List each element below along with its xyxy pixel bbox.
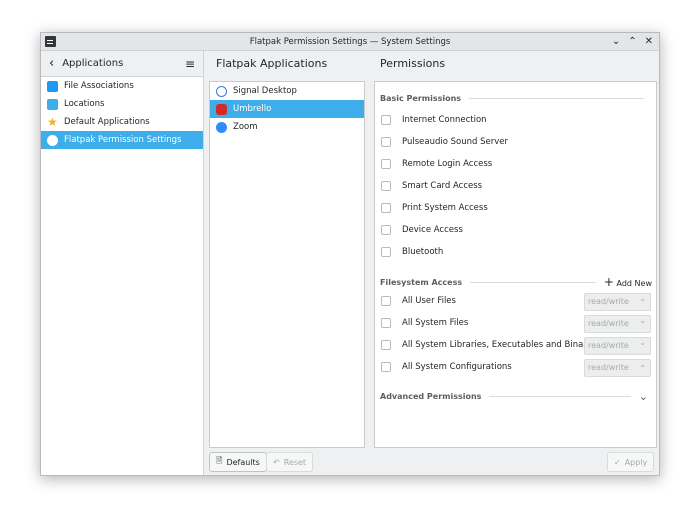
- access-mode-dropdown[interactable]: read/write: [584, 335, 651, 355]
- defaults-label: Defaults: [226, 457, 260, 467]
- section-title: Basic Permissions: [380, 94, 462, 103]
- checkbox[interactable]: [381, 318, 391, 328]
- app-label: Signal Desktop: [233, 86, 297, 96]
- check-icon: ✓: [614, 457, 621, 467]
- checkbox[interactable]: [381, 181, 391, 191]
- advanced-permissions-section[interactable]: Advanced Permissions ⌄: [380, 390, 652, 403]
- reset-label: Reset: [283, 457, 307, 467]
- signal-icon: [216, 85, 227, 97]
- back-icon[interactable]: ‹: [49, 56, 54, 71]
- sidebar-title: Applications: [62, 58, 124, 69]
- permission-label: All System Configurations: [402, 362, 512, 372]
- app-label: Zoom: [233, 122, 258, 132]
- checkbox[interactable]: [381, 247, 391, 257]
- close-button[interactable]: ✕: [645, 33, 653, 51]
- reset-icon: ↶: [273, 457, 280, 467]
- fs-system-files[interactable]: All System Files: [381, 318, 468, 328]
- fs-system-libraries[interactable]: All System Libraries, Executables and Bi…: [381, 340, 599, 350]
- sidebar-item-flatpak-permissions[interactable]: Flatpak Permission Settings: [41, 131, 203, 149]
- app-label: Umbrello: [233, 104, 272, 114]
- permission-label: All User Files: [402, 296, 456, 306]
- permission-label: Pulseaudio Sound Server: [402, 137, 508, 147]
- permission-bluetooth[interactable]: Bluetooth: [381, 247, 443, 257]
- app-list: Signal Desktop Umbrello Zoom: [209, 81, 365, 448]
- fs-user-files[interactable]: All User Files: [381, 296, 456, 306]
- chevron-down-icon[interactable]: ⌄: [639, 390, 648, 403]
- permission-label: Bluetooth: [402, 247, 444, 257]
- titlebar: Flatpak Permission Settings — System Set…: [41, 33, 659, 51]
- checkbox[interactable]: [381, 137, 391, 147]
- star-icon: ★: [47, 114, 58, 129]
- permission-label: Smart Card Access: [402, 181, 483, 191]
- permission-label: Internet Connection: [402, 115, 487, 125]
- access-mode-dropdown[interactable]: read/write: [584, 313, 651, 333]
- permission-label: Device Access: [402, 225, 463, 235]
- sidebar-item-label: Default Applications: [64, 117, 150, 127]
- sidebar-item-label: Locations: [64, 99, 105, 109]
- defaults-button[interactable]: 🗎 Defaults: [209, 452, 267, 472]
- section-title: Advanced Permissions: [380, 392, 482, 401]
- sidebar-item-label: File Associations: [64, 81, 134, 91]
- access-mode-dropdown[interactable]: read/write: [584, 291, 651, 311]
- folder-icon: [47, 98, 58, 110]
- permission-label: Remote Login Access: [402, 159, 493, 169]
- system-settings-icon: [45, 36, 56, 47]
- permission-label: All System Libraries, Executables and Bi…: [402, 340, 599, 350]
- permission-device[interactable]: Device Access: [381, 225, 463, 235]
- maximize-button[interactable]: ⌃: [628, 33, 636, 51]
- reset-button[interactable]: ↶ Reset: [266, 452, 314, 472]
- add-new-button[interactable]: + Add New: [604, 275, 652, 289]
- document-icon: 🗎: [216, 456, 223, 465]
- checkbox[interactable]: [381, 225, 391, 235]
- sidebar-item-default-applications[interactable]: ★ Default Applications: [41, 113, 203, 131]
- basic-permissions-section: Basic Permissions: [380, 94, 652, 103]
- file-associations-icon: [47, 80, 58, 92]
- sidebar-item-locations[interactable]: Locations: [41, 95, 203, 113]
- sidebar: ‹ Applications ≡ File Associations Locat…: [41, 51, 204, 475]
- flatpak-icon: [47, 134, 58, 146]
- list-item[interactable]: Umbrello: [210, 100, 364, 118]
- section-title: Filesystem Access: [380, 277, 463, 287]
- apply-button[interactable]: ✓ Apply: [607, 452, 655, 472]
- zoom-icon: [216, 121, 227, 133]
- plus-icon: +: [603, 275, 614, 289]
- permission-remote-login[interactable]: Remote Login Access: [381, 159, 492, 169]
- minimize-button[interactable]: ⌄: [612, 33, 620, 51]
- hamburger-menu-icon[interactable]: ≡: [185, 57, 195, 71]
- window-title: Flatpak Permission Settings — System Set…: [249, 37, 451, 47]
- permission-label: Print System Access: [402, 203, 488, 213]
- add-new-label: Add New: [616, 279, 652, 288]
- checkbox[interactable]: [381, 340, 391, 350]
- list-item[interactable]: Signal Desktop: [210, 82, 364, 100]
- access-mode-dropdown[interactable]: read/write: [584, 357, 651, 377]
- checkbox[interactable]: [381, 159, 391, 169]
- checkbox[interactable]: [381, 296, 391, 306]
- apply-label: Apply: [624, 457, 648, 467]
- permissions-panel: Basic Permissions Internet Connection Pu…: [374, 81, 657, 448]
- fs-system-configurations[interactable]: All System Configurations: [381, 362, 512, 372]
- filesystem-section: Filesystem Access + Add New: [380, 275, 652, 289]
- apps-heading: Flatpak Applications: [216, 57, 328, 70]
- checkbox[interactable]: [381, 203, 391, 213]
- permission-print[interactable]: Print System Access: [381, 203, 488, 213]
- permissions-heading: Permissions: [380, 57, 446, 70]
- umbrello-icon: [216, 103, 227, 115]
- permission-internet[interactable]: Internet Connection: [381, 115, 487, 125]
- permission-label: All System Files: [402, 318, 469, 328]
- permission-smart-card[interactable]: Smart Card Access: [381, 181, 482, 191]
- window: Flatpak Permission Settings — System Set…: [40, 32, 660, 476]
- checkbox[interactable]: [381, 115, 391, 125]
- sidebar-item-label: Flatpak Permission Settings: [64, 135, 182, 145]
- permission-pulseaudio[interactable]: Pulseaudio Sound Server: [381, 137, 508, 147]
- sidebar-item-file-associations[interactable]: File Associations: [41, 77, 203, 95]
- checkbox[interactable]: [381, 362, 391, 372]
- list-item[interactable]: Zoom: [210, 118, 364, 136]
